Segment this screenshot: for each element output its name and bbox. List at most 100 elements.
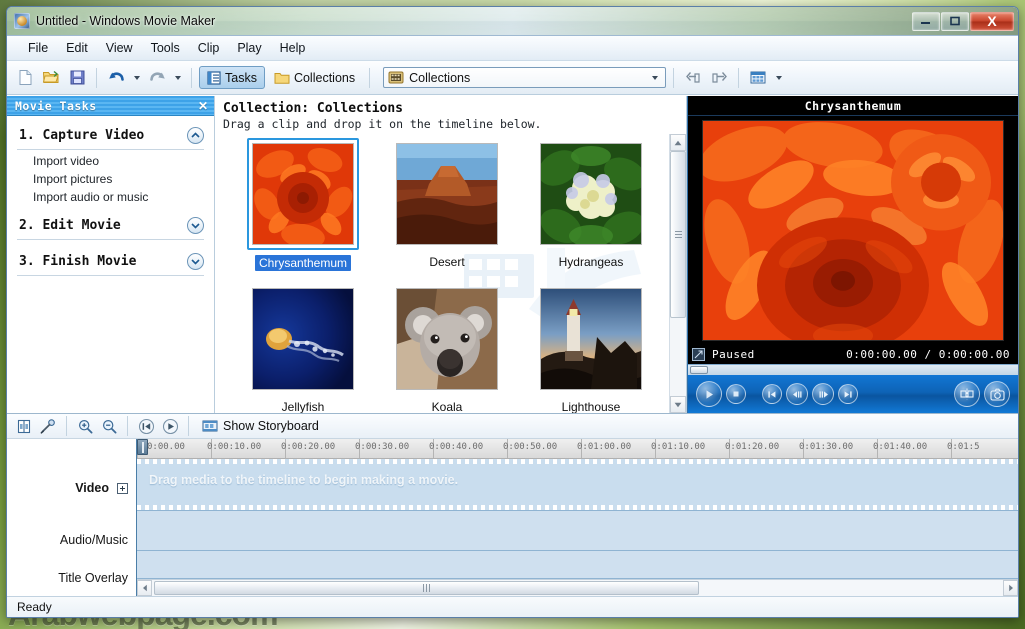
video-track[interactable]: Drag media to the timeline to begin maki… bbox=[137, 459, 1018, 511]
scroll-down-button[interactable] bbox=[670, 396, 686, 413]
back-navigation-button[interactable] bbox=[681, 66, 705, 90]
clip-thumbnail bbox=[252, 143, 354, 245]
minimize-button[interactable] bbox=[912, 11, 940, 31]
chevron-down-icon bbox=[133, 75, 140, 80]
fullscreen-icon[interactable] bbox=[692, 348, 705, 361]
title-overlay-track[interactable] bbox=[137, 550, 1018, 579]
clip-thumbnail bbox=[540, 288, 642, 390]
forward-navigation-button[interactable] bbox=[707, 66, 731, 90]
ruler-tick: 0:00.00 bbox=[147, 442, 185, 452]
collections-toggle-button[interactable]: Collections bbox=[267, 66, 362, 89]
scrollbar-grip-icon bbox=[674, 230, 682, 238]
clip-item[interactable]: Desert bbox=[375, 138, 519, 283]
scrollbar-thumb[interactable] bbox=[670, 151, 686, 318]
split-clip-button[interactable] bbox=[954, 381, 980, 407]
scroll-left-button[interactable] bbox=[137, 580, 152, 596]
previous-frame-button[interactable] bbox=[762, 384, 782, 404]
save-project-button[interactable] bbox=[65, 66, 89, 90]
movie-tasks-title: Movie Tasks bbox=[15, 98, 97, 113]
task-group-title: 1. Capture Video bbox=[19, 128, 145, 143]
monitor-status-bar: Paused 0:00:00.00 / 0:00:00.00 bbox=[688, 345, 1018, 364]
task-group-edit-movie[interactable]: 2. Edit Movie bbox=[17, 212, 204, 240]
timeline-tracks: Drag media to the timeline to begin maki… bbox=[137, 459, 1018, 579]
narrate-timeline-button[interactable] bbox=[37, 416, 59, 437]
menu-edit[interactable]: Edit bbox=[57, 38, 97, 58]
close-button[interactable]: X bbox=[970, 11, 1014, 31]
track-dash-top bbox=[137, 459, 1018, 464]
menu-clip[interactable]: Clip bbox=[189, 38, 229, 58]
track-label-title-text: Title Overlay bbox=[58, 571, 128, 585]
monitor-screen[interactable] bbox=[688, 116, 1018, 345]
chevron-down-icon[interactable] bbox=[187, 253, 204, 270]
chrysanthemum-thumbnail-icon bbox=[253, 144, 353, 244]
new-project-button[interactable] bbox=[13, 66, 37, 90]
seek-bar[interactable] bbox=[688, 364, 1018, 375]
menu-tools[interactable]: Tools bbox=[142, 38, 189, 58]
views-dropdown[interactable] bbox=[772, 67, 785, 89]
task-group-capture-video[interactable]: 1. Capture Video bbox=[17, 122, 204, 150]
clip-item[interactable]: Chrysanthemum bbox=[231, 138, 375, 283]
toolbar-separator bbox=[673, 67, 675, 88]
rewind-timeline-button[interactable] bbox=[135, 416, 157, 437]
clip-item[interactable]: Jellyfish bbox=[231, 283, 375, 413]
collections-vertical-scrollbar[interactable] bbox=[669, 134, 686, 413]
scrollbar-track[interactable] bbox=[152, 580, 1003, 596]
set-start-trim-point-button[interactable] bbox=[13, 416, 35, 437]
clip-item[interactable]: Koala bbox=[375, 283, 519, 413]
show-storyboard-button[interactable]: Show Storyboard bbox=[196, 417, 325, 435]
collections-combobox[interactable]: Collections bbox=[383, 67, 667, 88]
timeline-track-labels: Video Audio/Music Title Overlay bbox=[7, 439, 137, 596]
window-titlebar[interactable]: Untitled - Windows Movie Maker X bbox=[7, 7, 1018, 35]
redo-button[interactable] bbox=[145, 66, 169, 90]
play-button[interactable] bbox=[696, 381, 722, 407]
collections-header: Collection: Collections Drag a clip and … bbox=[215, 96, 686, 134]
task-link-import-video[interactable]: Import video bbox=[17, 152, 204, 170]
scrollbar-thumb[interactable] bbox=[154, 581, 699, 595]
chevron-up-icon[interactable] bbox=[187, 127, 204, 144]
tasks-toggle-button[interactable]: Tasks bbox=[199, 66, 265, 89]
zoom-out-button[interactable] bbox=[98, 416, 120, 437]
menu-help[interactable]: Help bbox=[271, 38, 315, 58]
timeline-horizontal-scrollbar[interactable] bbox=[137, 579, 1018, 596]
track-label-video: Video bbox=[7, 459, 136, 517]
scroll-right-button[interactable] bbox=[1003, 580, 1018, 596]
step-forward-button[interactable] bbox=[812, 383, 834, 405]
undo-button[interactable] bbox=[104, 66, 128, 90]
ruler-tick: 0:00:50.00 bbox=[503, 442, 558, 452]
redo-dropdown[interactable] bbox=[171, 67, 184, 89]
menu-play[interactable]: Play bbox=[228, 38, 270, 58]
step-back-button[interactable] bbox=[786, 383, 808, 405]
timeline-drag-hint: Drag media to the timeline to begin maki… bbox=[149, 473, 459, 487]
task-group-finish-movie[interactable]: 3. Finish Movie bbox=[17, 248, 204, 276]
close-icon[interactable]: ✕ bbox=[198, 100, 208, 112]
timeline-ruler[interactable]: 0:00.00 0:00:10.00 0:00:20.00 0:00:30.00… bbox=[137, 439, 1018, 459]
audio-music-track[interactable] bbox=[137, 510, 1018, 551]
scrollbar-track[interactable] bbox=[670, 151, 686, 396]
zoom-in-button[interactable] bbox=[74, 416, 96, 437]
menu-view[interactable]: View bbox=[97, 38, 142, 58]
clip-thumbnail bbox=[396, 143, 498, 245]
clip-item[interactable]: Hydrangeas bbox=[519, 138, 663, 283]
chevron-down-icon[interactable] bbox=[187, 217, 204, 234]
track-label-audio: Audio/Music bbox=[7, 517, 136, 562]
scroll-up-button[interactable] bbox=[670, 134, 686, 151]
clip-item[interactable]: Lighthouse bbox=[519, 283, 663, 413]
chevron-down-icon[interactable] bbox=[647, 69, 663, 86]
seek-thumb[interactable] bbox=[690, 366, 708, 374]
open-project-button[interactable] bbox=[39, 66, 63, 90]
task-links-capture-video: Import video Import pictures Import audi… bbox=[17, 152, 204, 212]
undo-dropdown[interactable] bbox=[130, 67, 143, 89]
views-button[interactable] bbox=[746, 66, 770, 90]
stop-button[interactable] bbox=[726, 384, 746, 404]
track-label-title-overlay: Title Overlay bbox=[7, 562, 136, 594]
menu-file[interactable]: File bbox=[19, 38, 57, 58]
play-timeline-button[interactable] bbox=[159, 416, 181, 437]
next-frame-button[interactable] bbox=[838, 384, 858, 404]
expand-video-track-button[interactable] bbox=[117, 482, 128, 494]
take-picture-button[interactable] bbox=[984, 381, 1010, 407]
task-link-import-pictures[interactable]: Import pictures bbox=[17, 170, 204, 188]
storyboard-icon bbox=[202, 420, 218, 432]
task-link-import-audio[interactable]: Import audio or music bbox=[17, 188, 204, 206]
playhead-indicator[interactable] bbox=[137, 439, 148, 455]
maximize-button[interactable] bbox=[941, 11, 969, 31]
